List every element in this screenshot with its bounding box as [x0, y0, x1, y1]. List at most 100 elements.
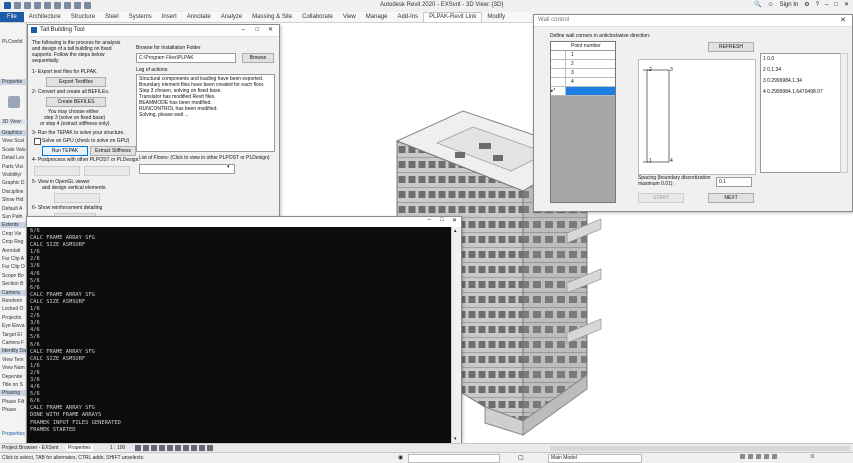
worksharing-icon[interactable]: ◉ — [398, 454, 403, 461]
maximize-icon[interactable]: □ — [440, 217, 444, 223]
point-number-cell[interactable]: 3 — [571, 70, 574, 76]
property-row[interactable]: Title on S — [2, 382, 26, 388]
quick-access-toolbar[interactable] — [4, 2, 91, 9]
run-tepak-button[interactable]: Run TEPAK — [42, 146, 88, 156]
close-icon[interactable]: ✕ — [452, 217, 457, 224]
close-icon[interactable]: ✕ — [840, 16, 846, 24]
property-row[interactable]: Renderin — [2, 298, 26, 304]
property-row[interactable]: Crop Reg — [2, 239, 26, 245]
property-row[interactable]: View Tem — [2, 357, 26, 363]
render-icon[interactable] — [167, 445, 173, 451]
maximize-icon[interactable]: □ — [834, 2, 838, 8]
sign-in-link[interactable]: Sign In — [780, 2, 799, 8]
property-row[interactable]: View Nam — [2, 365, 26, 371]
property-row[interactable]: Detail Lev — [2, 155, 26, 161]
spacing-input[interactable]: 0.1 — [716, 177, 752, 187]
floors-dropdown[interactable] — [139, 164, 235, 174]
tab-architecture[interactable]: Architecture — [24, 14, 66, 20]
row-header-cell[interactable] — [551, 69, 566, 77]
points-scrollbar[interactable] — [840, 53, 848, 173]
drag-elements-icon[interactable] — [772, 454, 777, 459]
reveal-hidden-icon[interactable] — [207, 445, 213, 451]
scroll-down-icon[interactable]: ▾ — [454, 437, 458, 442]
extract-stiffness-button[interactable]: Extract Stiffness — [90, 146, 136, 156]
visual-style-icon[interactable] — [143, 445, 149, 451]
redo-icon[interactable] — [44, 2, 51, 9]
select-underlay-icon[interactable] — [748, 454, 753, 459]
search-icon[interactable]: 🔍 — [754, 1, 761, 8]
3d-view-icon[interactable] — [84, 2, 91, 9]
row-header-cell[interactable] — [551, 60, 566, 68]
pldesign-button[interactable] — [84, 166, 130, 176]
log-textbox[interactable]: Structural components and loading have b… — [136, 74, 275, 152]
property-row[interactable]: Phasing — [0, 390, 28, 397]
browse-button[interactable]: Browse — [242, 53, 274, 63]
property-row[interactable]: Scope Bo — [2, 273, 26, 279]
property-row[interactable]: Extents — [0, 222, 28, 229]
tab-add-ins[interactable]: Add-Ins — [392, 14, 423, 20]
property-row[interactable]: Camera — [0, 289, 28, 296]
tab-manage[interactable]: Manage — [361, 14, 393, 20]
open-icon[interactable] — [14, 2, 21, 9]
property-row[interactable]: Depende — [2, 374, 26, 380]
refresh-button[interactable]: REFRESH — [708, 42, 754, 52]
property-row[interactable]: Eye Eleva — [2, 323, 26, 329]
tab-analyze[interactable]: Analyze — [216, 14, 247, 20]
point-entry[interactable]: 1 0.0 — [763, 56, 774, 62]
opengl-viewer-button[interactable] — [54, 193, 100, 203]
property-row[interactable]: Far Clip A — [2, 256, 26, 262]
cart-icon[interactable]: ⚙ — [804, 1, 809, 8]
select-links-icon[interactable] — [740, 454, 745, 459]
row-header-cell[interactable]: ▸* — [551, 87, 566, 95]
print-icon[interactable] — [54, 2, 61, 9]
property-row[interactable]: Camera F — [2, 340, 26, 346]
text-icon[interactable] — [74, 2, 81, 9]
minimize-icon[interactable]: – — [428, 217, 431, 223]
close-icon[interactable]: ✕ — [844, 1, 849, 8]
temporary-hide-icon[interactable] — [199, 445, 205, 451]
view-scale[interactable]: 1 : 100 — [110, 445, 125, 451]
property-row[interactable]: Locked O — [2, 306, 26, 312]
next-button[interactable]: NEXT — [708, 193, 754, 203]
save-icon[interactable] — [24, 2, 31, 9]
tab-collaborate[interactable]: Collaborate — [297, 14, 338, 20]
design-options-icon[interactable]: ▢ — [518, 454, 524, 461]
tab-systems[interactable]: Systems — [124, 14, 157, 20]
property-row[interactable]: Parts Visi — [2, 164, 26, 170]
point-number-cell[interactable]: 1 — [571, 52, 574, 58]
export-textfiles-button[interactable]: Export Textfiles — [46, 77, 106, 87]
property-row[interactable]: Far Clip O — [2, 264, 26, 270]
point-table-row[interactable]: 1 — [551, 51, 615, 60]
property-row[interactable]: Projectio — [2, 315, 26, 321]
point-table-row[interactable]: 2 — [551, 60, 615, 69]
property-row[interactable]: Section B — [2, 281, 26, 287]
installation-path-input[interactable]: C:\Program Files\PLPAK — [136, 53, 236, 63]
sun-path-icon[interactable] — [151, 445, 157, 451]
console-output[interactable]: 6/6 CALC FRAME ARRAY SFG CALC SIZE ASMSURF… — [27, 227, 452, 443]
property-row[interactable]: Graphics — [0, 130, 28, 136]
select-pinned-icon[interactable] — [756, 454, 761, 459]
minimize-icon[interactable]: – — [242, 25, 245, 36]
property-row[interactable]: Sun Path — [2, 214, 26, 220]
point-table-row[interactable]: ▸* — [551, 87, 615, 96]
point-number-cell[interactable]: 4 — [571, 79, 574, 85]
lock-view-icon[interactable] — [191, 445, 197, 451]
property-row[interactable]: Identity Da — [0, 348, 28, 355]
point-table[interactable]: Point number 1 2 3 4 ▸* — [550, 41, 616, 203]
tab-properties[interactable]: Properties — [66, 445, 93, 451]
close-icon[interactable]: ✕ — [268, 25, 273, 36]
maximize-icon[interactable]: □ — [255, 25, 259, 36]
property-row[interactable]: Graphic D — [2, 180, 26, 186]
point-number-cell[interactable]: 2 — [571, 61, 574, 67]
property-row[interactable]: Visibility/ — [2, 172, 26, 178]
point-table-row[interactable]: 4 — [551, 78, 615, 87]
row-header-cell[interactable] — [551, 78, 566, 86]
tab-file[interactable]: File — [0, 12, 24, 22]
chevron-down-icon[interactable]: ▾ — [227, 164, 230, 170]
start-button[interactable]: START — [638, 193, 684, 203]
select-by-face-icon[interactable] — [764, 454, 769, 459]
point-table-row[interactable]: 3 — [551, 69, 615, 78]
point-entry[interactable]: 4 0.2999984.1.6479498.07 — [763, 89, 823, 95]
tab-insert[interactable]: Insert — [157, 14, 182, 20]
property-row[interactable]: View Scal — [2, 138, 26, 144]
